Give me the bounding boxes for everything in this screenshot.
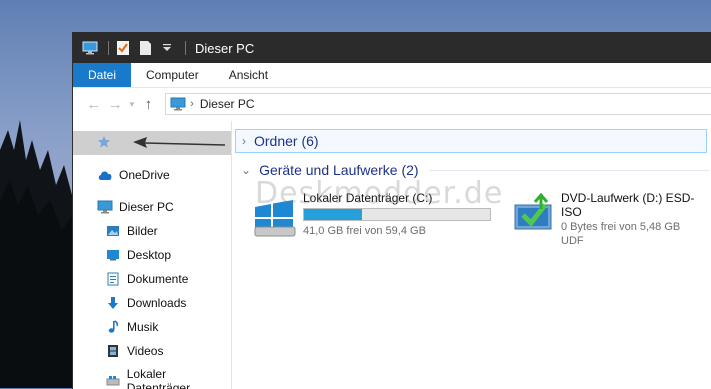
drive-usage-bar [303, 208, 491, 221]
desktop-icon [105, 247, 121, 263]
sidebar-item-desktop[interactable]: Desktop [105, 247, 171, 263]
music-note-icon [105, 319, 121, 335]
star-icon [97, 135, 111, 154]
forward-arrow-icon[interactable]: → [104, 93, 125, 115]
back-arrow-icon[interactable]: ← [83, 93, 104, 115]
downloads-arrow-icon [105, 295, 121, 311]
computer-icon [170, 97, 186, 111]
drive-name: Lokaler Datenträger (C:) [303, 191, 433, 205]
tab-file[interactable]: Datei [73, 63, 132, 87]
tab-computer[interactable]: Computer [131, 63, 214, 87]
drive-d[interactable]: DVD-Laufwerk (D:) ESD-ISO 0 Bytes frei v… [511, 191, 711, 247]
sidebar-item-documents[interactable]: Dokumente [105, 271, 188, 287]
separator [185, 41, 186, 55]
quick-access-item[interactable] [73, 131, 231, 155]
sidebar-item-label: Musik [127, 320, 159, 334]
sidebar-item-local-disk[interactable]: Lokaler Datenträger [105, 367, 231, 389]
desktop-background-trees [0, 120, 80, 388]
sidebar-item-videos[interactable]: Videos [105, 343, 163, 359]
explorer-window: Dieser PC Datei Computer Ansicht ← → ▾ ↑… [72, 32, 711, 389]
drive-name: DVD-Laufwerk (D:) ESD-ISO [561, 191, 695, 219]
breadcrumb-item[interactable]: Dieser PC [200, 97, 255, 111]
drive-filesystem: UDF [561, 235, 584, 247]
up-arrow-icon[interactable]: ↑ [138, 93, 159, 115]
sidebar-item-music[interactable]: Musik [105, 319, 158, 335]
chevron-down-icon[interactable] [158, 39, 176, 57]
onedrive-cloud-icon [97, 167, 113, 183]
annotation-arrow-icon [133, 137, 226, 148]
recent-locations-chevron-icon[interactable]: ▾ [126, 93, 138, 115]
chevron-right-icon: › [242, 134, 246, 148]
separator [108, 41, 109, 55]
computer-icon [81, 39, 99, 57]
sidebar-item-downloads[interactable]: Downloads [105, 295, 186, 311]
documents-icon [105, 271, 121, 287]
sidebar-item-label: Bilder [127, 224, 158, 238]
sidebar-item-label: Videos [127, 344, 164, 358]
drive-icon [105, 373, 121, 389]
drive-free-space: 41,0 GB frei von 59,4 GB [303, 225, 426, 237]
sidebar-item-label: Desktop [127, 248, 172, 262]
sidebar-item-pictures[interactable]: Bilder [105, 223, 158, 239]
address-row: ← → ▾ ↑ › Dieser PC [73, 88, 711, 120]
sidebar-item-label: Lokaler Datenträger [126, 367, 191, 389]
sidebar-item-onedrive[interactable]: OneDrive [97, 167, 170, 183]
chevron-down-icon: ⌄ [241, 163, 252, 177]
group-header-devices[interactable]: ⌄ Geräte und Laufwerke (2) [235, 159, 419, 181]
properties-check-icon[interactable] [114, 39, 132, 57]
content-area: OneDrive Dieser PC Bilder Desktop Dokume… [73, 121, 711, 389]
videos-film-icon [105, 343, 121, 359]
navigation-pane: OneDrive Dieser PC Bilder Desktop Dokume… [73, 121, 232, 389]
sidebar-item-label: Dokumente [127, 272, 189, 286]
windows-drive-icon [251, 191, 299, 239]
ribbon-tabs: Datei Computer Ansicht [73, 63, 711, 88]
window-title: Dieser PC [195, 40, 255, 56]
drive-c[interactable]: Lokaler Datenträger (C:) 41,0 GB frei vo… [251, 191, 491, 239]
sidebar-item-label: OneDrive [119, 168, 170, 182]
drive-free-space: 0 Bytes frei von 5,48 GB [561, 221, 681, 233]
pictures-icon [105, 223, 121, 239]
breadcrumb-chevron-icon[interactable]: › [190, 98, 194, 110]
group-divider [429, 170, 709, 171]
drive-usage-fill [304, 209, 362, 220]
address-bar[interactable]: › Dieser PC [165, 93, 711, 115]
sidebar-item-label: Downloads [127, 296, 187, 310]
group-header-folders[interactable]: › Ordner (6) [235, 129, 707, 153]
group-label: Geräte und Laufwerke (2) [259, 162, 419, 178]
tab-view[interactable]: Ansicht [214, 63, 283, 87]
dvd-drive-icon [511, 191, 555, 235]
title-bar: Dieser PC [73, 33, 711, 63]
group-label: Ordner (6) [254, 133, 319, 149]
sidebar-item-label: Dieser PC [119, 200, 174, 214]
main-pane: › Ordner (6) ⌄ Geräte und Laufwerke (2) [233, 121, 711, 389]
sidebar-item-this-pc[interactable]: Dieser PC [97, 199, 174, 215]
computer-icon [97, 199, 113, 215]
new-folder-icon[interactable] [136, 39, 154, 57]
